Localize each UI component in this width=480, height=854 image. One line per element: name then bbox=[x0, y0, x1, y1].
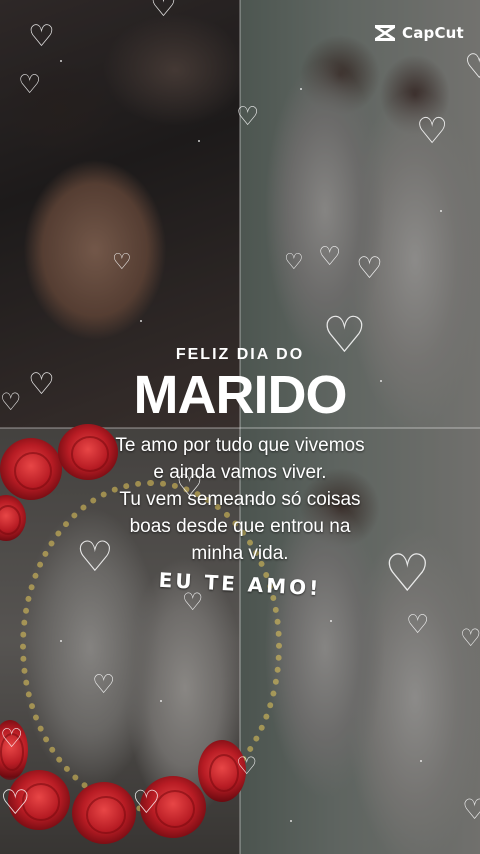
heart-outline-icon: ♡ bbox=[464, 47, 480, 87]
heart-outline-icon: ♡ bbox=[406, 610, 430, 640]
sparkle bbox=[160, 700, 162, 702]
sparkle bbox=[420, 760, 422, 762]
sparkle bbox=[198, 140, 200, 142]
sparkle bbox=[330, 620, 332, 622]
sparkle bbox=[60, 640, 62, 642]
sparkle bbox=[60, 60, 62, 62]
message-line: Tu vem semeando só coisas bbox=[119, 489, 361, 510]
heart-outline-icon: ♡ bbox=[356, 251, 383, 286]
message-line: minha vida. bbox=[191, 543, 289, 564]
love-message: Te amo por tudo que vivemos e ainda vamo… bbox=[40, 432, 440, 567]
title-line-2: MARIDO bbox=[133, 365, 348, 425]
heart-outline-icon: ♡ bbox=[416, 111, 449, 152]
heart-outline-icon: ♡ bbox=[460, 624, 480, 652]
heart-outline-icon: ♡ bbox=[462, 793, 480, 826]
title-line-1: FELIZ DIA DO bbox=[175, 346, 305, 363]
heart-outline-icon: ♡ bbox=[18, 70, 42, 100]
heart-outline-icon: ♡ bbox=[236, 752, 258, 780]
heart-outline-icon: ♡ bbox=[132, 783, 161, 821]
capcut-watermark: CapCut bbox=[374, 22, 464, 44]
capcut-wordmark: CapCut bbox=[402, 24, 464, 42]
message-line: Te amo por tudo que vivemos bbox=[115, 435, 365, 456]
sparkle bbox=[300, 88, 302, 90]
heart-outline-icon: ♡ bbox=[28, 19, 55, 54]
red-rose-icon bbox=[72, 782, 136, 844]
heart-outline-icon: ♡ bbox=[0, 724, 24, 754]
heart-outline-icon: ♡ bbox=[0, 783, 31, 823]
heart-outline-icon: ♡ bbox=[318, 242, 342, 272]
heart-outline-icon: ♡ bbox=[92, 670, 116, 700]
sparkle bbox=[440, 210, 442, 212]
message-line: boas desde que entrou na bbox=[129, 516, 351, 537]
heart-outline-icon: ♡ bbox=[284, 250, 304, 275]
capcut-logo-icon bbox=[375, 25, 395, 41]
sparkle bbox=[290, 820, 292, 822]
heart-outline-icon: ♡ bbox=[112, 250, 132, 275]
heart-outline-icon: ♡ bbox=[236, 102, 260, 132]
heart-outline-icon: ♡ bbox=[150, 0, 177, 24]
message-line: e ainda vamos viver. bbox=[153, 462, 327, 483]
sparkle bbox=[140, 320, 142, 322]
